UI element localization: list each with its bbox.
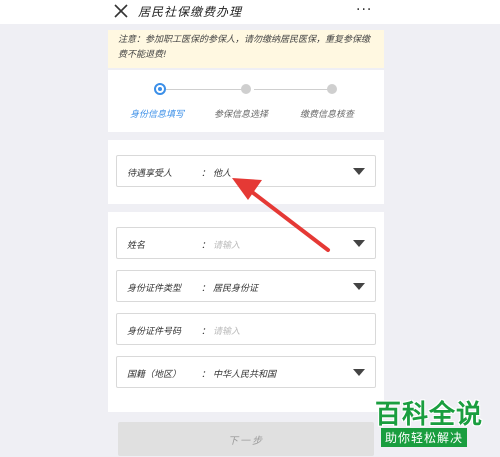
name-label: 姓名 [127,241,146,251]
id-number-input[interactable]: 身份证件号码 ： 请输入 [116,313,376,345]
id-type-value: 居民身份证 [213,284,259,294]
name-select[interactable]: 姓名 ： 请输入 [116,227,376,259]
chevron-down-icon [353,240,365,247]
beneficiary-select[interactable]: 待遇享受人 ： 他人 [116,155,376,187]
id-type-select[interactable]: 身份证件类型 ： 居民身份证 [116,270,376,302]
chevron-down-icon [353,168,365,175]
nationality-label: 国籍（地区） [127,370,182,380]
close-icon[interactable] [114,4,128,18]
nationality-select[interactable]: 国籍（地区） ： 中华人民共和国 [116,356,376,388]
step-label-2: 参保信息选择 [214,110,269,120]
colon: ： [201,241,211,251]
step-dot-2 [241,84,251,94]
colon: ： [201,169,211,179]
watermark-title: 百科全说 [375,400,484,430]
nationality-value: 中华人民共和国 [213,370,277,380]
id-number-label: 身份证件号码 [127,327,182,337]
colon: ： [201,284,211,294]
watermark-subtitle: 助你轻松解决 [381,428,468,447]
step-label-1: 身份信息填写 [130,110,185,120]
beneficiary-panel: 待遇享受人 ： 他人 [108,140,384,204]
chevron-down-icon [353,369,365,376]
step-dot-1 [154,83,166,95]
notice-banner: 注意：参加职工医保的参保人，请勿缴纳居民医保，重复参保缴费不能退费! [108,30,384,68]
next-button[interactable]: 下一步 [118,422,374,456]
id-number-placeholder: 请输入 [213,327,241,337]
colon: ： [201,370,211,380]
step-dot-3 [327,84,337,94]
more-icon[interactable]: ··· [356,2,372,18]
beneficiary-label: 待遇享受人 [127,169,173,179]
steps-indicator: 身份信息填写 参保信息选择 缴费信息核查 [108,70,384,132]
watermark-logo: 百科全说 助你轻松解决 [369,394,495,448]
step-label-3: 缴费信息核查 [300,110,355,120]
chevron-down-icon [353,283,365,290]
personal-info-panel: 姓名 ： 请输入 身份证件类型 ： 居民身份证 身份证件号码 ： 请输入 国籍（… [108,212,384,412]
step-connector [166,89,244,90]
beneficiary-value: 他人 [213,169,232,179]
name-placeholder: 请输入 [213,241,241,251]
colon: ： [201,327,211,337]
page-title: 居民社保缴费办理 [138,5,243,19]
step-connector [254,89,328,90]
top-bar: 居民社保缴费办理 ··· [0,0,500,24]
id-type-label: 身份证件类型 [127,284,182,294]
